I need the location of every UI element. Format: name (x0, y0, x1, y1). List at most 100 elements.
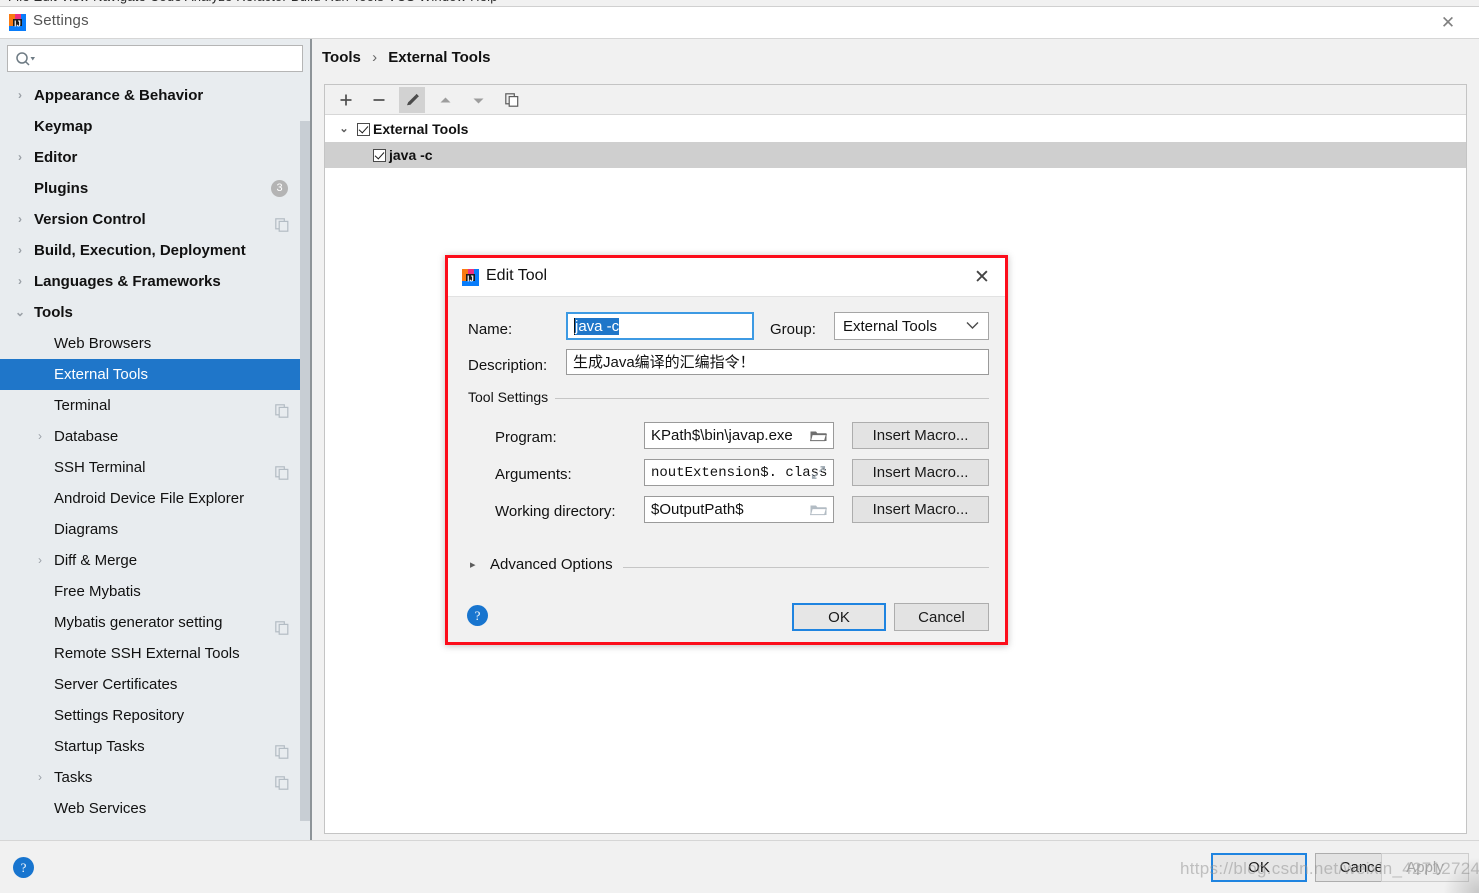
edit-pencil-icon[interactable] (399, 87, 425, 113)
chevron-right-icon[interactable]: ▸ (470, 558, 476, 571)
svg-text:IJ: IJ (467, 275, 474, 284)
sidebar-item-android-device-file-explorer[interactable]: Android Device File Explorer (0, 483, 302, 514)
sidebar-item-diagrams[interactable]: Diagrams (0, 514, 302, 545)
name-input-value: java -c (575, 317, 620, 335)
dialog-title: Edit Tool (486, 267, 548, 284)
sidebar-item-remote-ssh-external-tools[interactable]: Remote SSH External Tools (0, 638, 302, 669)
search-input[interactable] (38, 46, 300, 71)
sidebar-item-label: Web Services (54, 800, 147, 817)
description-input-value: 生成Java编译的汇编指令！ (573, 353, 755, 371)
description-label: Description: (468, 357, 548, 374)
sidebar-item-build-execution-deployment[interactable]: › Build, Execution, Deployment (0, 235, 302, 266)
sidebar-item-database[interactable]: › Database (0, 421, 302, 452)
intellij-idea-icon: IJ (462, 269, 479, 286)
sidebar-item-mybatis-generator-setting[interactable]: Mybatis generator setting (0, 607, 302, 638)
sidebar-item-label: Database (54, 428, 119, 445)
advanced-options-divider (623, 567, 989, 568)
description-input[interactable]: 生成Java编译的汇编指令！ (566, 349, 989, 375)
sidebar-item-label: Plugins (34, 180, 89, 197)
sidebar-item-free-mybatis[interactable]: Free Mybatis (0, 576, 302, 607)
sidebar-item-version-control[interactable]: › Version Control (0, 204, 302, 235)
chevron-right-icon[interactable]: › (33, 762, 47, 793)
add-tool-button[interactable] (333, 87, 359, 113)
folder-icon[interactable] (809, 502, 827, 518)
chevron-right-icon[interactable]: › (13, 266, 27, 297)
advanced-options-label[interactable]: Advanced Options (490, 556, 613, 573)
sidebar-item-languages-frameworks[interactable]: › Languages & Frameworks (0, 266, 302, 297)
sidebar-item-label: Tasks (54, 769, 93, 786)
arguments-input-value: noutExtension$. class (651, 464, 828, 481)
tree-checkbox-group[interactable] (357, 123, 370, 136)
chevron-right-icon[interactable]: › (33, 545, 47, 576)
name-input[interactable]: java -c (566, 312, 754, 340)
edit-tool-dialog: IJ Edit Tool ✕ Name: java -c Group: Exte… (445, 255, 1008, 645)
sidebar-item-label: Editor (34, 149, 78, 166)
chevron-right-icon[interactable]: › (13, 142, 27, 173)
expand-icon[interactable] (810, 465, 827, 481)
close-icon[interactable]: ✕ (967, 263, 997, 291)
tree-row-tool-item[interactable]: java -c (325, 142, 1466, 168)
sidebar-item-label: Appearance & Behavior (34, 87, 204, 104)
move-down-icon[interactable] (465, 87, 491, 113)
sidebar-item-web-browsers[interactable]: Web Browsers (0, 328, 302, 359)
sidebar-item-server-certificates[interactable]: Server Certificates (0, 669, 302, 700)
chevron-right-icon[interactable]: › (13, 235, 27, 266)
arguments-input[interactable]: noutExtension$. class (644, 459, 834, 486)
sidebar-item-editor[interactable]: › Editor (0, 142, 302, 173)
sidebar-item-plugins[interactable]: Plugins 3 (0, 173, 302, 204)
insert-macro-program-button[interactable]: Insert Macro... (852, 422, 989, 449)
chevron-down-icon[interactable] (966, 318, 979, 333)
copy-tool-icon[interactable] (499, 87, 525, 113)
move-up-icon[interactable] (432, 87, 458, 113)
sidebar-item-diff-merge[interactable]: › Diff & Merge (0, 545, 302, 576)
sidebar-item-web-services[interactable]: Web Services (0, 793, 302, 824)
menu-bar-text: File Edit View Navigate Code Analyze Ref… (8, 0, 498, 4)
sidebar-item-external-tools[interactable]: External Tools (0, 359, 302, 390)
remove-tool-button[interactable] (366, 87, 392, 113)
sidebar-item-appearance-behavior[interactable]: › Appearance & Behavior (0, 80, 302, 111)
sidebar-item-label: Remote SSH External Tools (54, 645, 240, 662)
menu-bar-strip: File Edit View Navigate Code Analyze Ref… (0, 0, 1479, 7)
sidebar-item-keymap[interactable]: Keymap (0, 111, 302, 142)
sidebar-item-terminal[interactable]: Terminal (0, 390, 302, 421)
sidebar-item-label: Startup Tasks (54, 738, 145, 755)
tool-settings-legend: Tool Settings (468, 389, 556, 405)
tree-row-external-tools-group[interactable]: ⌄ External Tools (325, 116, 1466, 142)
folder-icon[interactable] (809, 428, 827, 444)
settings-sidebar: › Appearance & Behavior Keymap › Editor Plugi… (0, 39, 310, 840)
sidebar-item-startup-tasks[interactable]: Startup Tasks (0, 731, 302, 762)
breadcrumb-separator: › (372, 49, 378, 66)
sidebar-scrollbar-thumb[interactable] (300, 121, 310, 821)
tree-label-group: External Tools (373, 121, 469, 137)
program-input[interactable]: KPath$\bin\javap.exe (644, 422, 834, 449)
arguments-label: Arguments: (495, 466, 572, 483)
breadcrumb-parent[interactable]: Tools (322, 49, 361, 66)
insert-macro-working-directory-button[interactable]: Insert Macro... (852, 496, 989, 523)
group-select[interactable]: External Tools (834, 312, 989, 340)
search-box[interactable] (7, 45, 303, 72)
ok-button[interactable]: OK (1211, 853, 1307, 882)
chevron-down-icon[interactable]: ⌄ (337, 116, 351, 142)
sidebar-item-tasks[interactable]: › Tasks (0, 762, 302, 793)
search-icon (15, 51, 37, 67)
dialog-help-button[interactable]: ? (467, 605, 488, 626)
chevron-right-icon[interactable]: › (13, 204, 27, 235)
chevron-down-icon[interactable]: ⌄ (13, 297, 27, 328)
apply-button: Apply (1381, 853, 1469, 882)
dialog-cancel-button[interactable]: Cancel (894, 603, 989, 631)
close-icon[interactable]: ✕ (1425, 7, 1471, 38)
sidebar-item-label: Free Mybatis (54, 583, 141, 600)
sidebar-scrollbar-track[interactable] (300, 80, 310, 840)
sidebar-item-label: SSH Terminal (54, 459, 146, 476)
chevron-right-icon[interactable]: › (33, 421, 47, 452)
sidebar-item-ssh-terminal[interactable]: SSH Terminal (0, 452, 302, 483)
tree-checkbox-item[interactable] (373, 149, 386, 162)
window-title: Settings (33, 12, 89, 29)
sidebar-item-settings-repository[interactable]: Settings Repository (0, 700, 302, 731)
help-button[interactable]: ? (13, 857, 34, 878)
insert-macro-arguments-button[interactable]: Insert Macro... (852, 459, 989, 486)
dialog-ok-button[interactable]: OK (792, 603, 886, 631)
sidebar-item-tools[interactable]: ⌄ Tools (0, 297, 302, 328)
chevron-right-icon[interactable]: › (13, 80, 27, 111)
working-directory-input[interactable]: $OutputPath$ (644, 496, 834, 523)
